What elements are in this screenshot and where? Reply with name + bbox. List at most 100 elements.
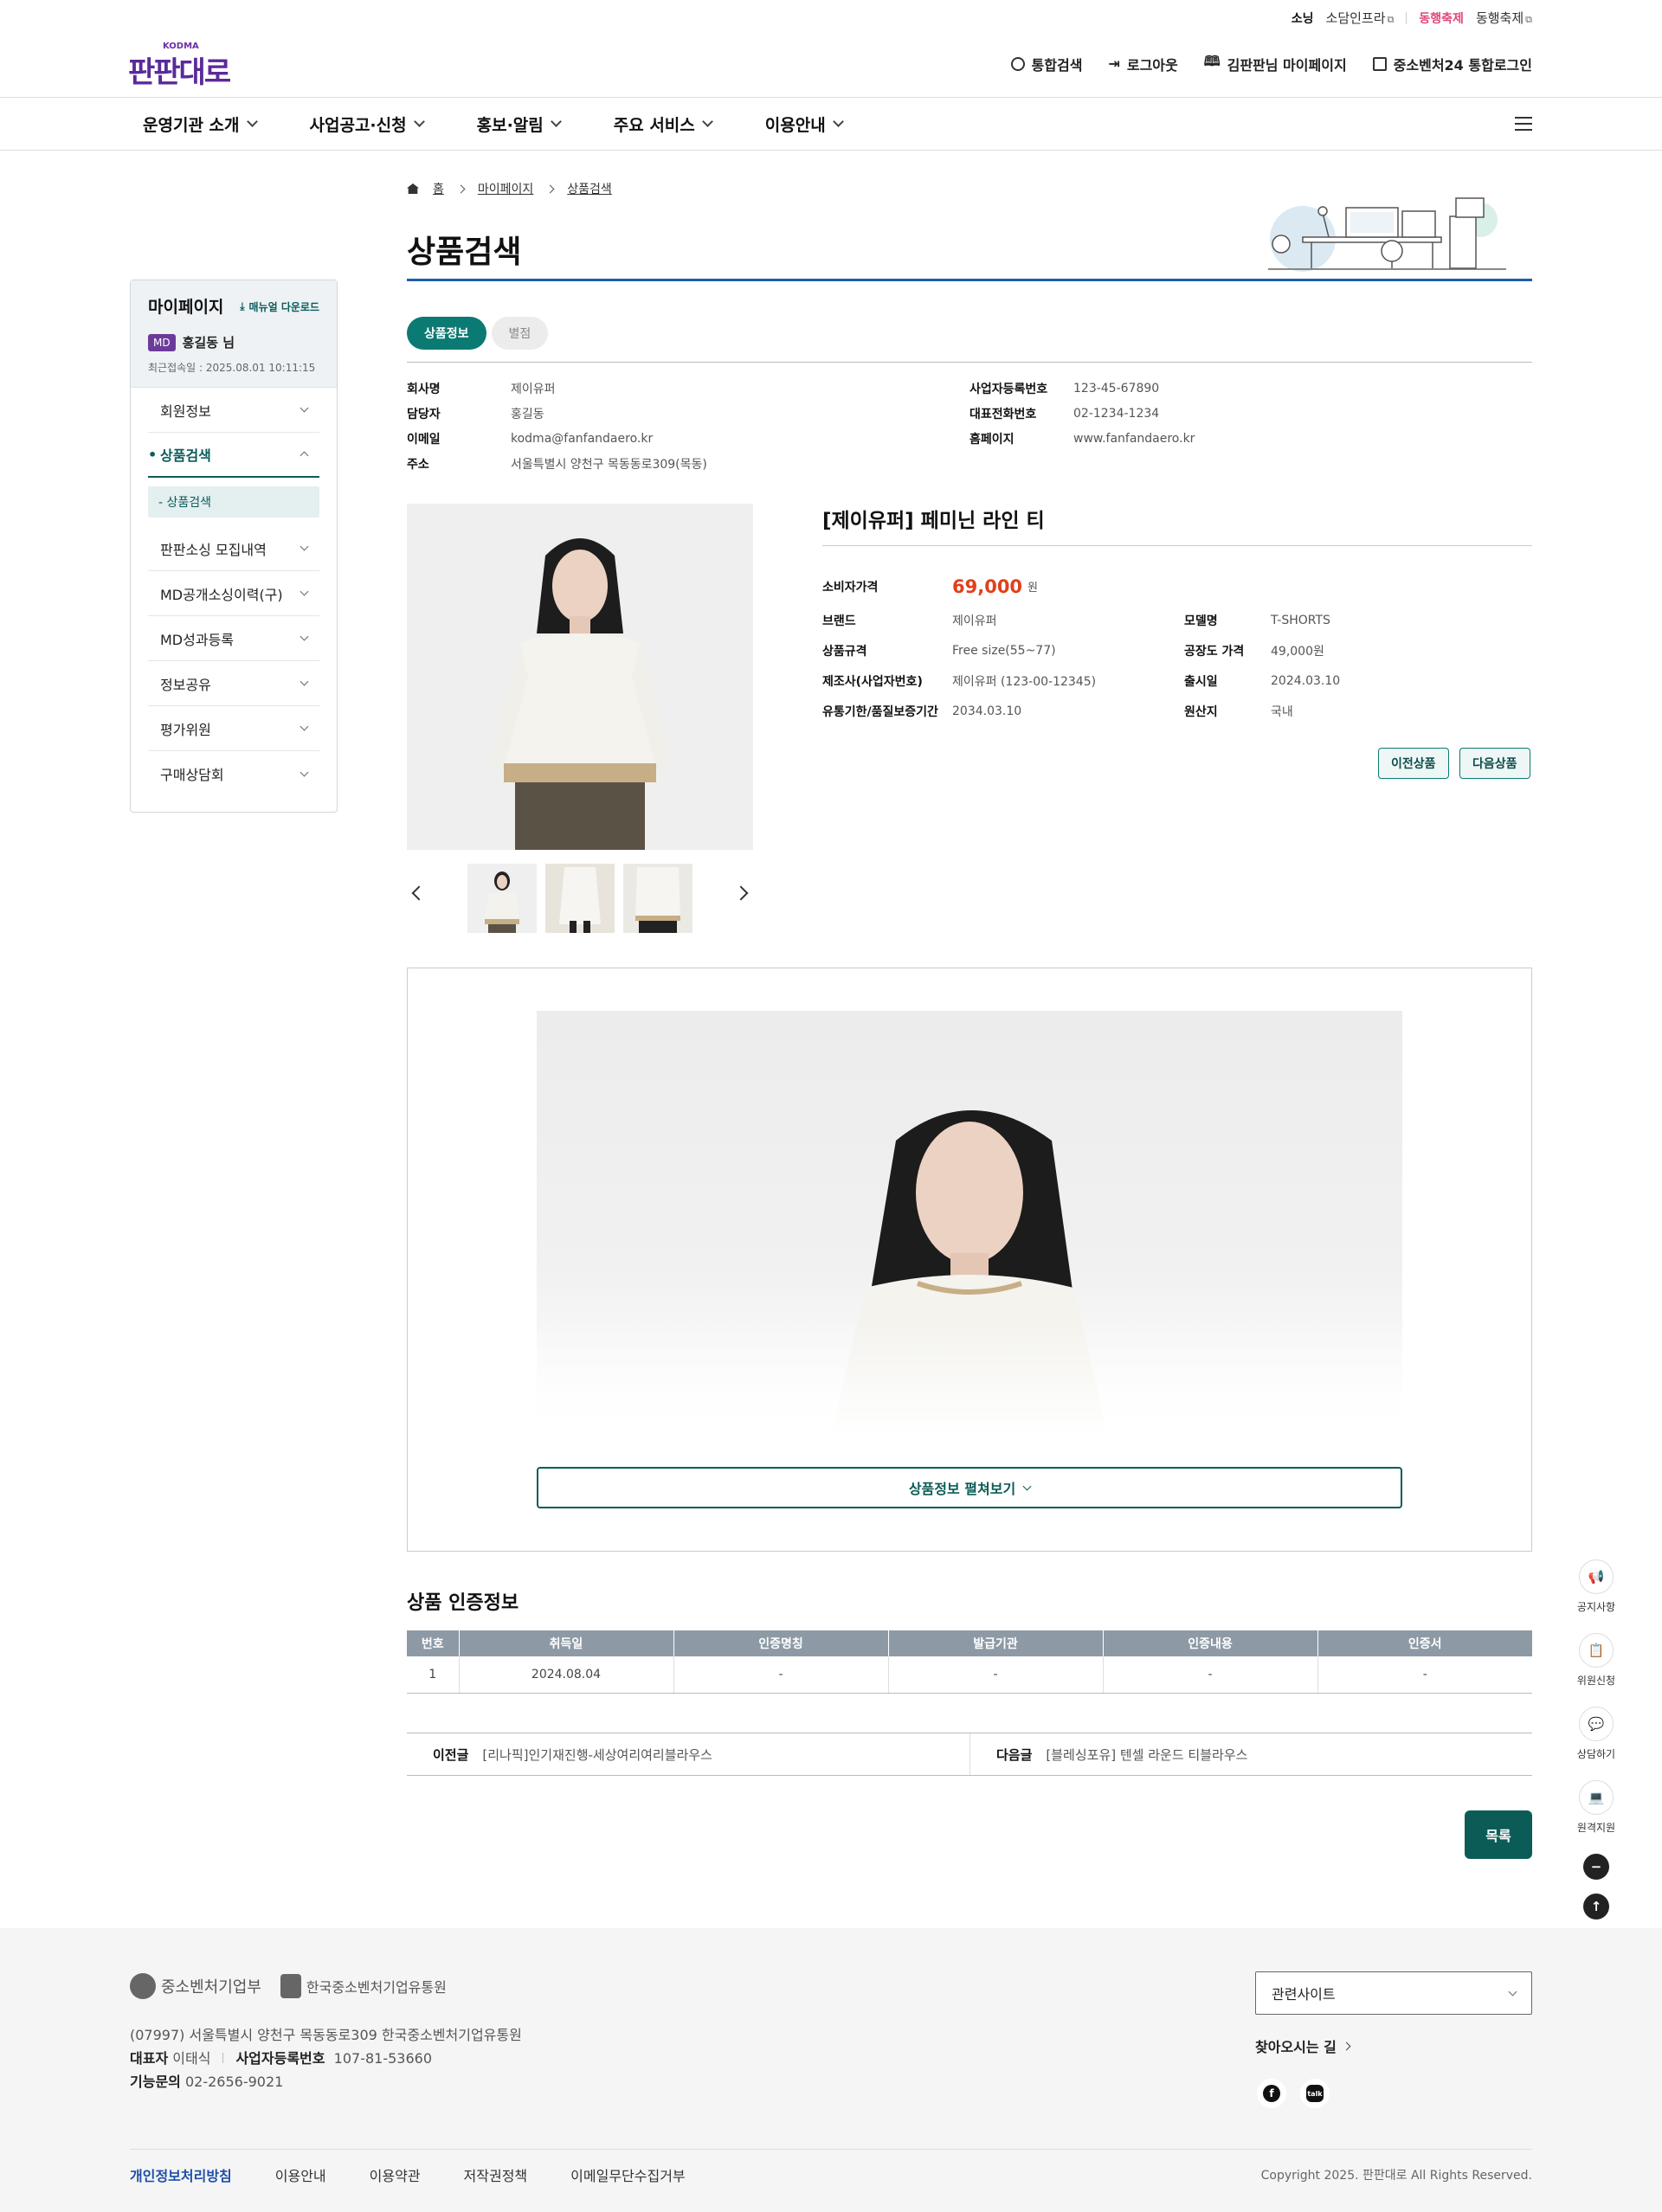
zoom-out-icon[interactable]: − — [1583, 1854, 1609, 1880]
list-button[interactable]: 목록 — [1465, 1810, 1532, 1859]
sidebar-item-purchase-consult[interactable]: 구매상담회 — [148, 751, 319, 796]
chevron-left-icon[interactable] — [411, 885, 427, 901]
tab-rating[interactable]: 별점 — [491, 317, 549, 350]
info-value: 서울특별시 양천구 목동동로309(목동) — [511, 457, 707, 472]
sidebar-header: 마이페이지 ⤓ 매뉴얼 다운로드 MD 홍길동 님 최근접속일 : 2025.08… — [131, 280, 337, 388]
info-label: 담당자 — [407, 407, 441, 421]
external-link-icon: ⧉ — [1387, 14, 1395, 25]
quick-apply[interactable]: 📋 위원신청 — [1577, 1633, 1615, 1688]
sidebar-item-info-share[interactable]: 정보공유 — [148, 661, 319, 706]
info-label: 사업자등록번호 — [970, 382, 1048, 396]
thumbnail-1[interactable] — [467, 864, 537, 933]
sodam-link[interactable]: 소담인프라 ⧉ — [1326, 9, 1395, 27]
related-sites-select[interactable]: 관련사이트 — [1255, 1971, 1532, 2015]
cert-section-title: 상품 인증정보 — [407, 1592, 519, 1614]
kakaotalk-link[interactable]: talk — [1300, 2079, 1330, 2108]
spec-label: 원산지 — [1184, 704, 1218, 719]
tel-label: 기능문의 — [130, 2074, 181, 2090]
mss-logo: 중소벤처기업부 — [130, 1973, 261, 1999]
expand-product-info-button[interactable]: 상품정보 펼쳐보기 — [537, 1467, 1402, 1508]
product-detail-image — [537, 1011, 1402, 1435]
info-value: www.fanfandaero.kr — [1073, 431, 1195, 446]
spec-label: 브랜드 — [822, 614, 856, 628]
external-link-icon: ⧉ — [1525, 14, 1532, 25]
home-icon — [407, 183, 419, 194]
footer-address: (07997) 서울특별시 양천구 목동동로309 한국중소벤처기업유통원 대표… — [130, 2023, 522, 2093]
tel-value: 02-2656-9021 — [184, 2074, 284, 2090]
chevron-down-icon — [300, 632, 309, 641]
next-post-link[interactable]: 다음글 [블레싱포유] 텐셀 라운드 티블라우스 — [970, 1733, 1532, 1775]
sidebar-item-md-history[interactable]: MD공개소싱이력(구) — [148, 571, 319, 616]
logout-link[interactable]: ⇥ 로그아웃 — [1108, 52, 1177, 75]
info-label: 이메일 — [407, 432, 441, 447]
chevron-right-icon[interactable] — [733, 885, 749, 901]
prev-post-link[interactable]: 이전글 [리나픽]인기재진행-세상여리여리블라우스 — [407, 1733, 970, 1775]
user-info: MD 홍길동 님 — [148, 333, 319, 351]
search-icon — [1010, 56, 1025, 71]
facebook-link[interactable]: f — [1257, 2079, 1286, 2108]
manual-download-button[interactable]: ⤓ 매뉴얼 다운로드 — [240, 299, 319, 314]
breadcrumb-home[interactable]: 홈 — [433, 180, 444, 197]
sidebar-subitem-product-search[interactable]: - 상품검색 — [148, 486, 319, 518]
search-link[interactable]: 통합검색 — [1010, 52, 1082, 75]
footer-link-privacy[interactable]: 개인정보처리방침 — [130, 2164, 232, 2185]
nav-item-services[interactable]: 주요 서비스 — [614, 113, 713, 136]
prev-product-button[interactable]: 이전상품 — [1378, 748, 1449, 779]
footer: 중소벤처기업부 한국중소벤처기업유통원 (07997) 서울특별시 양천구 목동… — [0, 1928, 1662, 2212]
product-name: [제이유퍼] 페미닌 라인 티 — [822, 510, 1045, 532]
site-logo[interactable]: KODMA 판판대로 — [128, 42, 231, 90]
tab-product-info[interactable]: 상품정보 — [407, 317, 486, 350]
breadcrumb-current[interactable]: 상품검색 — [567, 180, 612, 197]
product-main-image — [407, 504, 753, 850]
spec-value: Free size(55~77) — [952, 643, 1056, 658]
info-value: 123-45-67890 — [1073, 381, 1160, 395]
table-header: 인증명칭 — [673, 1630, 888, 1656]
chevron-down-icon — [300, 542, 309, 551]
thumbnail-3[interactable] — [623, 864, 692, 933]
scroll-top-icon[interactable]: ↑ — [1583, 1894, 1609, 1919]
sidebar-item-product-search[interactable]: 상품검색 — [148, 433, 319, 478]
spec-label: 모델명 — [1184, 614, 1218, 628]
title-underline — [407, 279, 1532, 281]
donghaeng-link[interactable]: 동행축제 ⧉ — [1476, 9, 1532, 27]
quick-consult[interactable]: 💬 상담하기 — [1577, 1707, 1615, 1761]
quick-menu: 📢 공지사항 📋 위원신청 💬 상담하기 💻 원격지원 − ↑ — [1577, 1559, 1615, 1933]
company-info-left: 회사명 제이유퍼 담당자 홍길동 이메일 kodma@fanfandaero.kr 주… — [407, 376, 707, 476]
footer-link-email-refusal[interactable]: 이메일무단수집거부 — [570, 2164, 685, 2185]
thumbnail-carousel — [407, 862, 753, 933]
facebook-icon: f — [1263, 2085, 1280, 2102]
sidebar-item-member[interactable]: 회원정보 — [148, 388, 319, 433]
hamburger-menu-icon[interactable] — [1515, 117, 1532, 131]
chat-icon: 💬 — [1579, 1707, 1614, 1741]
thumbnail-2[interactable] — [545, 864, 615, 933]
directions-link[interactable]: 찾아오시는 길 — [1255, 2035, 1351, 2056]
mypage-link[interactable]: 🕮 김판판님 마이페이지 — [1204, 52, 1347, 75]
prev-next-posts: 이전글 [리나픽]인기재진행-세상여리여리블라우스 다음글 [블레싱포유] 텐셀 라… — [407, 1733, 1532, 1776]
integrated-login-link[interactable]: 중소벤처24 통합로그인 — [1372, 52, 1532, 75]
chevron-right-icon — [456, 184, 466, 193]
nav-item-guide[interactable]: 이용안내 — [765, 113, 844, 136]
next-product-button[interactable]: 다음상품 — [1459, 748, 1530, 779]
footer-link-copyright[interactable]: 저작권정책 — [464, 2164, 528, 2185]
footer-link-terms[interactable]: 이용약관 — [370, 2164, 421, 2185]
laptop-icon: 💻 — [1579, 1780, 1614, 1815]
sidebar-item-md-performance[interactable]: MD성과등록 — [148, 616, 319, 661]
product-specs-right: 모델명 T-SHORTS 공장도 가격 49,000원 출시일 2024.03.10 … — [1184, 605, 1340, 726]
workspace-illustration — [1268, 197, 1506, 272]
chevron-down-icon — [701, 116, 713, 127]
doc-icon — [1372, 56, 1387, 71]
footer-link-guide[interactable]: 이용안내 — [275, 2164, 326, 2185]
nav-item-pr[interactable]: 홍보·알림 — [477, 113, 562, 136]
nav-item-org[interactable]: 운영기관 소개 — [143, 113, 258, 136]
chevron-down-icon — [1022, 1482, 1032, 1490]
quick-remote[interactable]: 💻 원격지원 — [1577, 1780, 1615, 1835]
quick-notice[interactable]: 📢 공지사항 — [1577, 1559, 1615, 1614]
footer-links: 개인정보처리방침 이용안내 이용약관 저작권정책 이메일무단수집거부 — [130, 2164, 686, 2185]
user-name: 홍길동 님 — [182, 335, 235, 350]
breadcrumb-mypage[interactable]: 마이페이지 — [478, 180, 533, 197]
info-value: 02-1234-1234 — [1073, 406, 1160, 421]
sidebar-item-evaluator[interactable]: 평가위원 — [148, 706, 319, 751]
nav-item-business[interactable]: 사업공고·신청 — [310, 113, 425, 136]
sidebar-item-sourcing[interactable]: 판판소싱 모집내역 — [148, 526, 319, 571]
main-nav: 운영기관 소개 사업공고·신청 홍보·알림 주요 서비스 이용안내 — [0, 97, 1662, 151]
